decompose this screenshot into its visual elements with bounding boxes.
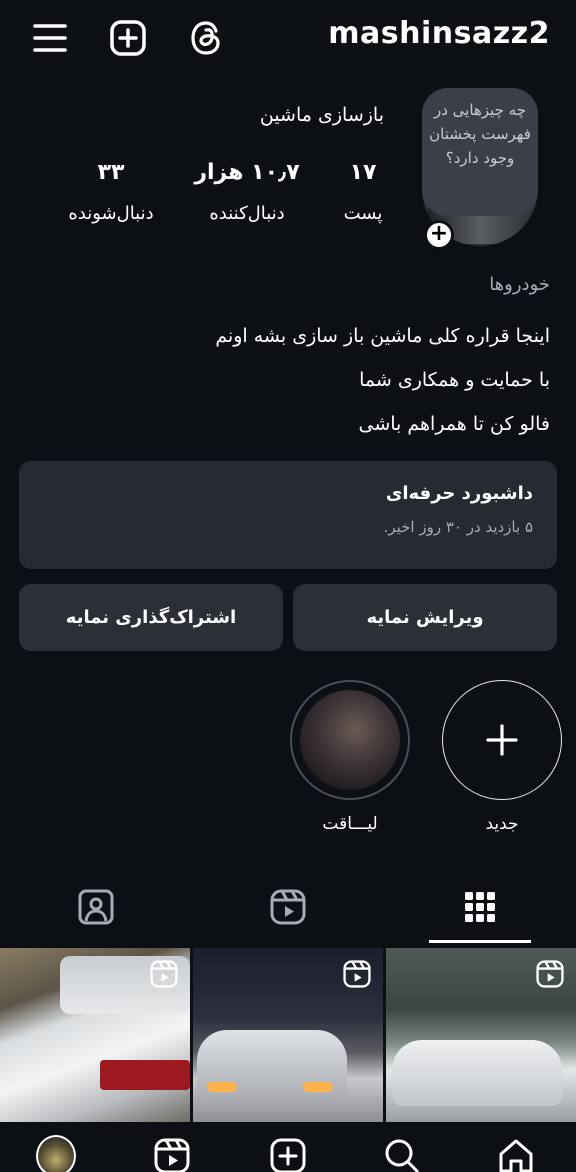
active-tab-indicator xyxy=(429,940,531,943)
create-icon[interactable] xyxy=(268,1136,308,1172)
tab-tagged[interactable] xyxy=(66,882,126,932)
tab-reels[interactable] xyxy=(258,882,318,932)
bio-line: با حمایت و همکاری شما xyxy=(359,369,550,391)
highlight-label: جدید xyxy=(485,814,519,834)
reels-icon xyxy=(270,889,306,925)
tab-grid[interactable] xyxy=(450,882,510,932)
menu-icon[interactable] xyxy=(30,18,70,58)
car-image xyxy=(100,1060,190,1090)
plus-icon xyxy=(486,724,518,756)
threads-icon[interactable] xyxy=(186,18,226,58)
car-image xyxy=(303,1082,333,1092)
following-label: دنبال‌شونده xyxy=(68,203,154,224)
highlight-image xyxy=(300,690,400,790)
post-thumbnail[interactable] xyxy=(193,948,383,1122)
username[interactable]: mashinsazz2 xyxy=(328,16,550,51)
grid-icon xyxy=(465,892,495,922)
post-thumbnail[interactable] xyxy=(386,948,576,1122)
stat-followers[interactable]: ۱۰٫۷ هزار دنبال‌کننده xyxy=(192,160,302,224)
bottom-navigation xyxy=(0,1122,576,1172)
top-bar: mashinsazz2 xyxy=(0,0,576,78)
search-icon[interactable] xyxy=(382,1136,422,1172)
nav-avatar-image xyxy=(36,1135,76,1172)
dashboard-subtitle: ۵ بازدید در ۳۰ روز اخیر. xyxy=(383,518,533,536)
add-note-icon[interactable]: + xyxy=(424,220,454,250)
profile-avatar[interactable]: چه چیزهایی در فهرست پخشتان وجود دارد؟ + xyxy=(422,88,538,250)
car-image xyxy=(392,1040,562,1106)
highlight-new[interactable]: جدید xyxy=(442,680,562,834)
full-name: بازسازی ماشین xyxy=(259,104,384,126)
tagged-icon xyxy=(78,889,114,925)
bio-line: اینجا قراره کلی ماشین باز سازی بشه اونم xyxy=(215,325,550,347)
edit-profile-button[interactable]: ویرایش نمایه xyxy=(293,584,557,651)
car-image xyxy=(207,1082,237,1092)
stat-posts[interactable]: ۱۷ پست xyxy=(326,160,400,224)
professional-dashboard[interactable]: داشبورد حرفه‌ای ۵ بازدید در ۳۰ روز اخیر. xyxy=(19,461,557,569)
reels-icon xyxy=(536,960,564,988)
new-highlight-circle[interactable] xyxy=(442,680,562,800)
add-icon[interactable] xyxy=(108,18,148,58)
reels-icon[interactable] xyxy=(152,1136,192,1172)
reels-icon xyxy=(343,960,371,988)
followers-label: دنبال‌کننده xyxy=(209,203,285,224)
reels-icon xyxy=(150,960,178,988)
share-profile-button[interactable]: اشتراک‌گذاری نمایه xyxy=(19,584,283,651)
post-thumbnail[interactable] xyxy=(0,948,190,1122)
posts-count: ۱۷ xyxy=(349,160,377,185)
posts-label: پست xyxy=(343,203,383,224)
profile-avatar[interactable] xyxy=(36,1135,76,1172)
note-bubble[interactable]: چه چیزهایی در فهرست پخشتان وجود دارد؟ xyxy=(422,88,538,216)
category-label: خودروها xyxy=(489,274,550,295)
highlight-label: لیـــاقت xyxy=(322,814,378,834)
following-count: ۳۳ xyxy=(97,160,125,185)
highlight-item[interactable]: لیـــاقت xyxy=(290,680,410,834)
bio: اینجا قراره کلی ماشین باز سازی بشه اونم … xyxy=(215,314,550,446)
stat-following[interactable]: ۳۳ دنبال‌شونده xyxy=(56,160,166,224)
followers-count: ۱۰٫۷ هزار xyxy=(194,160,300,185)
highlight-cover[interactable] xyxy=(290,680,410,800)
dashboard-title: داشبورد حرفه‌ای xyxy=(385,483,533,504)
bio-line: فالو کن تا همراهم باشی xyxy=(358,413,550,435)
home-icon[interactable] xyxy=(496,1136,536,1172)
